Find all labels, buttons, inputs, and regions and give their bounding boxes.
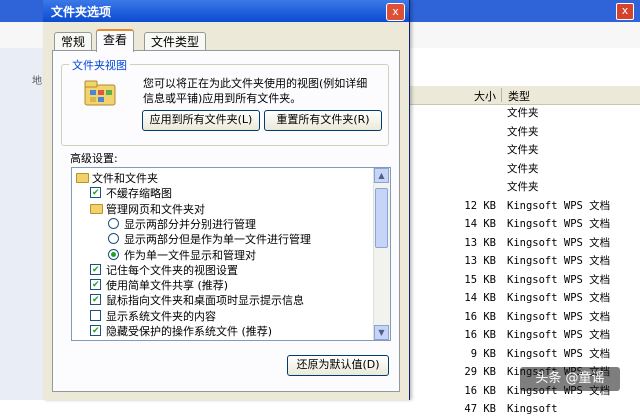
file-type: Kingsoft WPS 文档 (507, 292, 611, 304)
folder-icon (90, 203, 103, 214)
scroll-down-icon[interactable]: ▼ (374, 325, 389, 340)
file-type: Kingsoft WPS 文档 (507, 255, 611, 267)
advanced-settings-tree[interactable]: ▲ ▼ 文件和文件夹不缓存缩略图管理网页和文件夹对显示两部分并分别进行管理显示两… (71, 167, 391, 341)
file-size: 29 KB (464, 366, 496, 378)
tab-view[interactable]: 查看 (96, 29, 135, 52)
file-type: Kingsoft WPS 文档 (507, 236, 611, 249)
option-label: 显示两部分但是作为单一文件进行管理 (124, 233, 311, 247)
table-row[interactable]: 13 KB Kingsoft WPS 文档 (410, 252, 640, 271)
file-type: 文件夹 (507, 125, 539, 138)
option-label: 作为单一文件显示和管理对 (124, 248, 256, 262)
dialog-title: 文件夹选项 (51, 5, 112, 19)
file-type: Kingsoft (507, 403, 558, 415)
file-type: 文件夹 (507, 107, 539, 119)
file-size: 16 KB (464, 329, 496, 341)
folder-views-icon (84, 80, 116, 106)
column-divider[interactable] (501, 88, 502, 102)
folder-icon (76, 173, 89, 183)
explorer-close-button[interactable]: x (616, 3, 634, 20)
checkbox[interactable] (90, 293, 101, 308)
option-label: 文件和文件夹 (92, 172, 158, 185)
radio-button[interactable] (108, 217, 119, 229)
table-row[interactable]: 13 KB Kingsoft WPS 文档 (410, 234, 640, 253)
radio-button[interactable] (108, 233, 119, 245)
file-type: Kingsoft WPS 文档 (507, 329, 611, 341)
table-row[interactable]: 15 KB Kingsoft WPS 文档 (410, 271, 640, 290)
checkbox[interactable] (90, 309, 101, 321)
explorer-left-pane (0, 48, 44, 400)
file-type: 文件夹 (507, 144, 539, 156)
table-row[interactable]: 文件夹 (410, 141, 640, 160)
tab-file-types[interactable]: 文件类型 (144, 32, 207, 51)
tree-scrollbar[interactable]: ▲ ▼ (373, 168, 390, 340)
checkbox[interactable] (90, 324, 101, 339)
radio-button[interactable] (108, 248, 119, 260)
checkbox[interactable] (90, 278, 101, 293)
file-size: 15 KB (464, 273, 496, 286)
file-type: Kingsoft WPS 文档 (507, 310, 611, 323)
file-type: Kingsoft WPS 文档 (507, 347, 611, 360)
file-type: 文件夹 (507, 162, 539, 175)
apply-to-all-folders-button[interactable]: 应用到所有文件夹(L) (142, 110, 260, 131)
file-size: 13 KB (464, 255, 496, 267)
file-size: 47 KB (464, 403, 496, 415)
dialog-close-button[interactable]: x (386, 3, 405, 21)
scroll-up-icon[interactable]: ▲ (374, 168, 389, 183)
dialog-titlebar[interactable]: 文件夹选项 x (43, 0, 409, 22)
option-label: 管理网页和文件夹对 (106, 202, 205, 216)
column-header-type[interactable]: 类型 (508, 88, 530, 104)
table-row[interactable]: 14 KB Kingsoft WPS 文档 (410, 215, 640, 234)
table-row[interactable]: 文件夹 (410, 104, 640, 123)
file-type: 文件夹 (507, 181, 539, 193)
file-size: 16 KB (464, 310, 496, 323)
advanced-settings-label: 高级设置: (70, 152, 118, 165)
folder-views-legend: 文件夹视图 (69, 57, 130, 73)
watermark: 头条 @童谣 (520, 367, 620, 391)
option-label: 隐藏受保护的操作系统文件 (推荐) (106, 325, 273, 338)
option-label: 显示两部分并分别进行管理 (124, 217, 256, 231)
table-row[interactable]: 47 KB Kingsoft (410, 400, 640, 419)
table-row[interactable]: 9 KB Kingsoft WPS 文档 (410, 345, 640, 364)
table-row[interactable]: 文件夹 (410, 178, 640, 197)
file-type: Kingsoft WPS 文档 (507, 218, 611, 230)
option-label: 记住每个文件夹的视图设置 (106, 263, 238, 277)
file-size: 14 KB (464, 218, 496, 230)
option-label: 显示系统文件夹的内容 (106, 309, 216, 323)
file-type: Kingsoft WPS 文档 (507, 273, 611, 286)
option-label: 使用简单文件共享 (推荐) (106, 279, 229, 293)
option-label: 鼠标指向文件夹和桌面项时显示提示信息 (106, 294, 304, 308)
file-type: Kingsoft WPS 文档 (507, 199, 611, 212)
table-row[interactable]: 12 KB Kingsoft WPS 文档 (410, 197, 640, 216)
folder-options-dialog: 文件夹选项 x 常规 查看 文件类型 文件夹视图 您可以将正在为此文件夹使用的视… (43, 0, 410, 400)
file-size: 13 KB (464, 236, 496, 249)
table-row[interactable]: 14 KB Kingsoft WPS 文档 (410, 289, 640, 308)
checkbox[interactable] (90, 186, 101, 201)
file-size: 12 KB (464, 199, 496, 212)
table-row[interactable]: 16 KB Kingsoft WPS 文档 (410, 326, 640, 345)
scroll-thumb[interactable] (375, 188, 388, 248)
reset-all-folders-button[interactable]: 重置所有文件夹(R) (264, 110, 382, 131)
table-row[interactable]: 文件夹 (410, 123, 640, 142)
file-size: 9 KB (470, 347, 496, 360)
tab-general[interactable]: 常规 (54, 32, 93, 51)
restore-defaults-button[interactable]: 还原为默认值(D) (287, 355, 389, 376)
address-label: 地 (32, 76, 42, 87)
column-header-size[interactable]: 大小 (468, 88, 496, 104)
file-size: 16 KB (464, 384, 496, 397)
checkbox[interactable] (90, 263, 101, 278)
table-row[interactable]: 文件夹 (410, 160, 640, 179)
folder-views-description: 您可以将正在为此文件夹使用的视图(例如详细信息或平铺)应用到所有文件夹。 (143, 77, 368, 105)
file-size: 14 KB (464, 292, 496, 304)
option-label: 不缓存缩略图 (106, 187, 172, 201)
table-row[interactable]: 16 KB Kingsoft WPS 文档 (410, 308, 640, 327)
